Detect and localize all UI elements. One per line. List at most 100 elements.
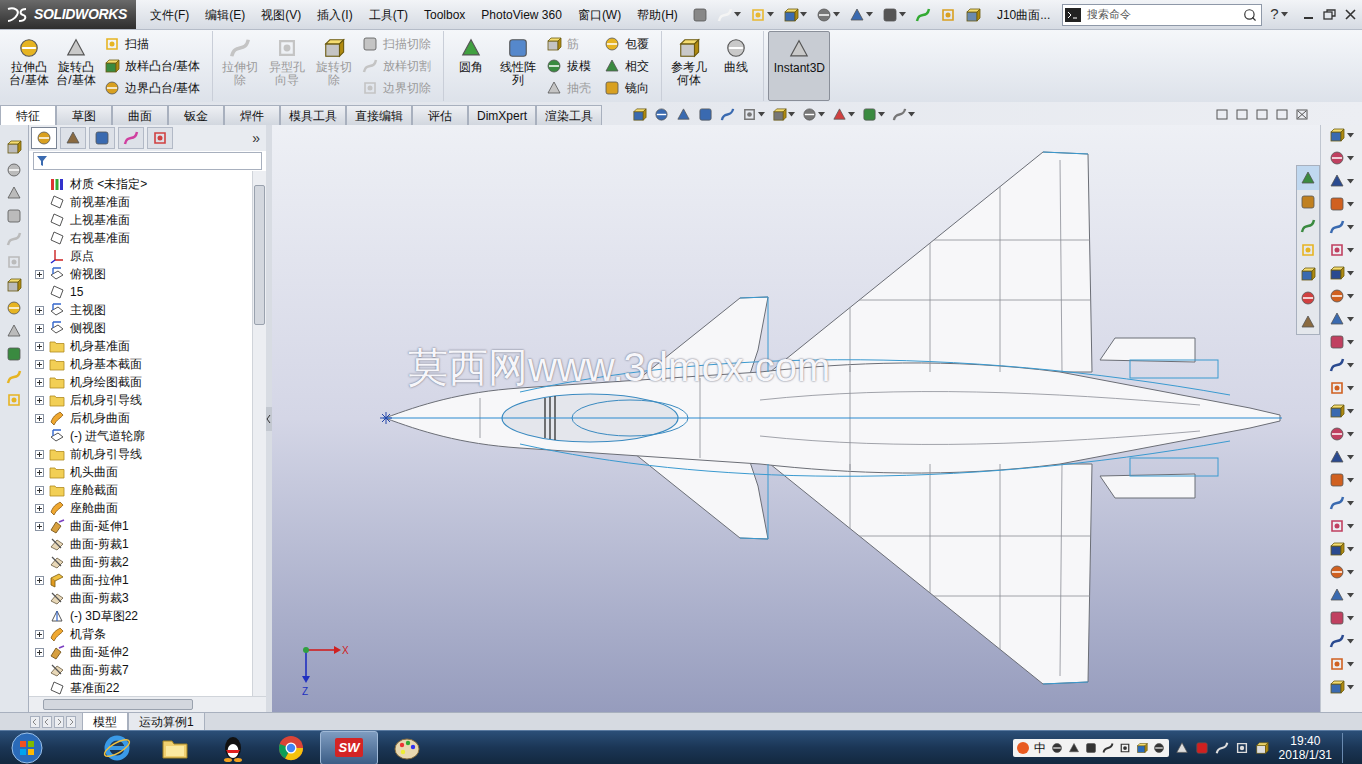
- restore-icon[interactable]: [1323, 9, 1336, 20]
- dropdown-caret-icon[interactable]: [1347, 616, 1354, 621]
- ribbon-small-button[interactable]: 筋: [546, 34, 591, 55]
- taskbar-app[interactable]: [204, 731, 262, 764]
- command-tab[interactable]: 曲面: [112, 105, 168, 125]
- dropdown-caret-icon[interactable]: [1347, 363, 1354, 368]
- panel-tab[interactable]: [147, 127, 173, 149]
- menu-item[interactable]: 编辑(E): [197, 6, 253, 24]
- ribbon-button[interactable]: 拉伸切除: [217, 31, 263, 101]
- view-control-icon[interactable]: [1216, 109, 1228, 120]
- tree-item[interactable]: 曲面-延伸1: [29, 517, 252, 535]
- show-desktop-button[interactable]: [1342, 733, 1354, 763]
- tree-item[interactable]: 机身绘图截面: [29, 373, 252, 391]
- ime-bar[interactable]: 中: [1013, 739, 1169, 757]
- expand-box-icon[interactable]: [35, 576, 44, 585]
- task-pane-tab[interactable]: [1297, 262, 1319, 286]
- expand-box-icon[interactable]: [35, 270, 44, 279]
- ribbon-small-button[interactable]: 扫描: [104, 34, 200, 55]
- dropdown-caret-icon[interactable]: [734, 12, 741, 17]
- tree-item[interactable]: (-) 3D草图22: [29, 607, 252, 625]
- horizontal-scrollbar[interactable]: [29, 696, 266, 712]
- dropdown-caret-icon[interactable]: [1347, 225, 1354, 230]
- ribbon-small-button[interactable]: 扫描切除: [362, 34, 431, 55]
- ribbon-small-button[interactable]: 抽壳: [546, 78, 591, 99]
- expand-box-icon[interactable]: [35, 648, 44, 657]
- dropdown-caret-icon[interactable]: [1347, 340, 1354, 345]
- expand-box-icon[interactable]: [35, 360, 44, 369]
- scrollbar-thumb[interactable]: [254, 185, 265, 325]
- dropdown-caret-icon[interactable]: [848, 112, 855, 117]
- tree-item[interactable]: 主视图: [29, 301, 252, 319]
- dropdown-caret-icon[interactable]: [899, 12, 906, 17]
- command-tab[interactable]: 焊件: [224, 105, 280, 125]
- tab-scroll-icon[interactable]: [30, 716, 40, 728]
- command-tab[interactable]: DimXpert: [468, 105, 536, 125]
- tree-item[interactable]: 俯视图: [29, 265, 252, 283]
- tree-item[interactable]: 曲面-拉伸1: [29, 571, 252, 589]
- taskbar-app[interactable]: [262, 731, 320, 764]
- tree-item[interactable]: 后机身曲面: [29, 409, 252, 427]
- dropdown-caret-icon[interactable]: [833, 12, 840, 17]
- expand-box-icon[interactable]: [35, 468, 44, 477]
- tree-item[interactable]: 机身基准面: [29, 337, 252, 355]
- panel-tab[interactable]: [118, 127, 144, 149]
- panel-tab[interactable]: [60, 127, 86, 149]
- dropdown-caret-icon[interactable]: [1347, 639, 1354, 644]
- dropdown-caret-icon[interactable]: [758, 112, 765, 117]
- dropdown-caret-icon[interactable]: [866, 12, 873, 17]
- search-box[interactable]: 搜索命令: [1062, 4, 1262, 26]
- ribbon-small-button[interactable]: 拔模: [546, 56, 591, 77]
- command-tab[interactable]: 特征: [0, 105, 56, 125]
- ribbon-button[interactable]: 参考几何体: [666, 31, 712, 101]
- ribbon-button[interactable]: Instant3D: [768, 31, 830, 101]
- menu-item[interactable]: 帮助(H): [629, 6, 686, 24]
- tree-scrollbar[interactable]: [252, 171, 266, 696]
- dropdown-caret-icon[interactable]: [1347, 202, 1354, 207]
- ribbon-button[interactable]: 圆角: [448, 31, 494, 101]
- expand-box-icon[interactable]: [35, 486, 44, 495]
- tree-item[interactable]: 前机身引导线: [29, 445, 252, 463]
- tree-item[interactable]: 基准面22: [29, 679, 252, 696]
- command-tab[interactable]: 渲染工具: [536, 105, 602, 125]
- taskbar-app[interactable]: [146, 731, 204, 764]
- taskbar-app[interactable]: [378, 731, 436, 764]
- tree-item[interactable]: 右视基准面: [29, 229, 252, 247]
- tree-item[interactable]: 曲面-剪裁7: [29, 661, 252, 679]
- tree-item[interactable]: 曲面-剪裁1: [29, 535, 252, 553]
- tree-item[interactable]: 上视基准面: [29, 211, 252, 229]
- taskbar-app[interactable]: [88, 731, 146, 764]
- tree-item[interactable]: (-) 进气道轮廓: [29, 427, 252, 445]
- dropdown-caret-icon[interactable]: [1347, 524, 1354, 529]
- view-control-icon[interactable]: [1256, 109, 1268, 120]
- task-pane-tab[interactable]: [1297, 190, 1319, 214]
- dropdown-caret-icon[interactable]: [1347, 317, 1354, 322]
- tree-item[interactable]: 侧视图: [29, 319, 252, 337]
- tree-item[interactable]: 15: [29, 283, 252, 301]
- close-icon[interactable]: [1345, 9, 1356, 20]
- dropdown-caret-icon[interactable]: [818, 112, 825, 117]
- dropdown-caret-icon[interactable]: [1347, 593, 1354, 598]
- dropdown-caret-icon[interactable]: [788, 112, 795, 117]
- tree-item[interactable]: 前视基准面: [29, 193, 252, 211]
- task-pane-tab[interactable]: [1297, 214, 1319, 238]
- tree-item[interactable]: 机头曲面: [29, 463, 252, 481]
- dropdown-caret-icon[interactable]: [800, 12, 807, 17]
- tree-item[interactable]: 原点: [29, 247, 252, 265]
- ribbon-small-button[interactable]: 包覆: [604, 34, 649, 55]
- dropdown-caret-icon[interactable]: [1281, 12, 1288, 17]
- menu-item[interactable]: 插入(I): [309, 6, 360, 24]
- dropdown-caret-icon[interactable]: [1347, 501, 1354, 506]
- tree-item[interactable]: 后机身引导线: [29, 391, 252, 409]
- aircraft-model[interactable]: [272, 125, 1320, 712]
- dropdown-caret-icon[interactable]: [1347, 685, 1354, 690]
- tree-item[interactable]: 机背条: [29, 625, 252, 643]
- dropdown-caret-icon[interactable]: [1347, 248, 1354, 253]
- dropdown-caret-icon[interactable]: [1347, 570, 1354, 575]
- menu-item[interactable]: 文件(F): [142, 6, 197, 24]
- tab-scroll-icon[interactable]: [54, 716, 64, 728]
- task-pane-tab[interactable]: [1297, 238, 1319, 262]
- view-control-icon[interactable]: [1236, 109, 1248, 120]
- command-tab[interactable]: 直接编辑: [346, 105, 412, 125]
- command-tab[interactable]: 钣金: [168, 105, 224, 125]
- panel-more-button[interactable]: »: [252, 128, 260, 149]
- expand-box-icon[interactable]: [35, 504, 44, 513]
